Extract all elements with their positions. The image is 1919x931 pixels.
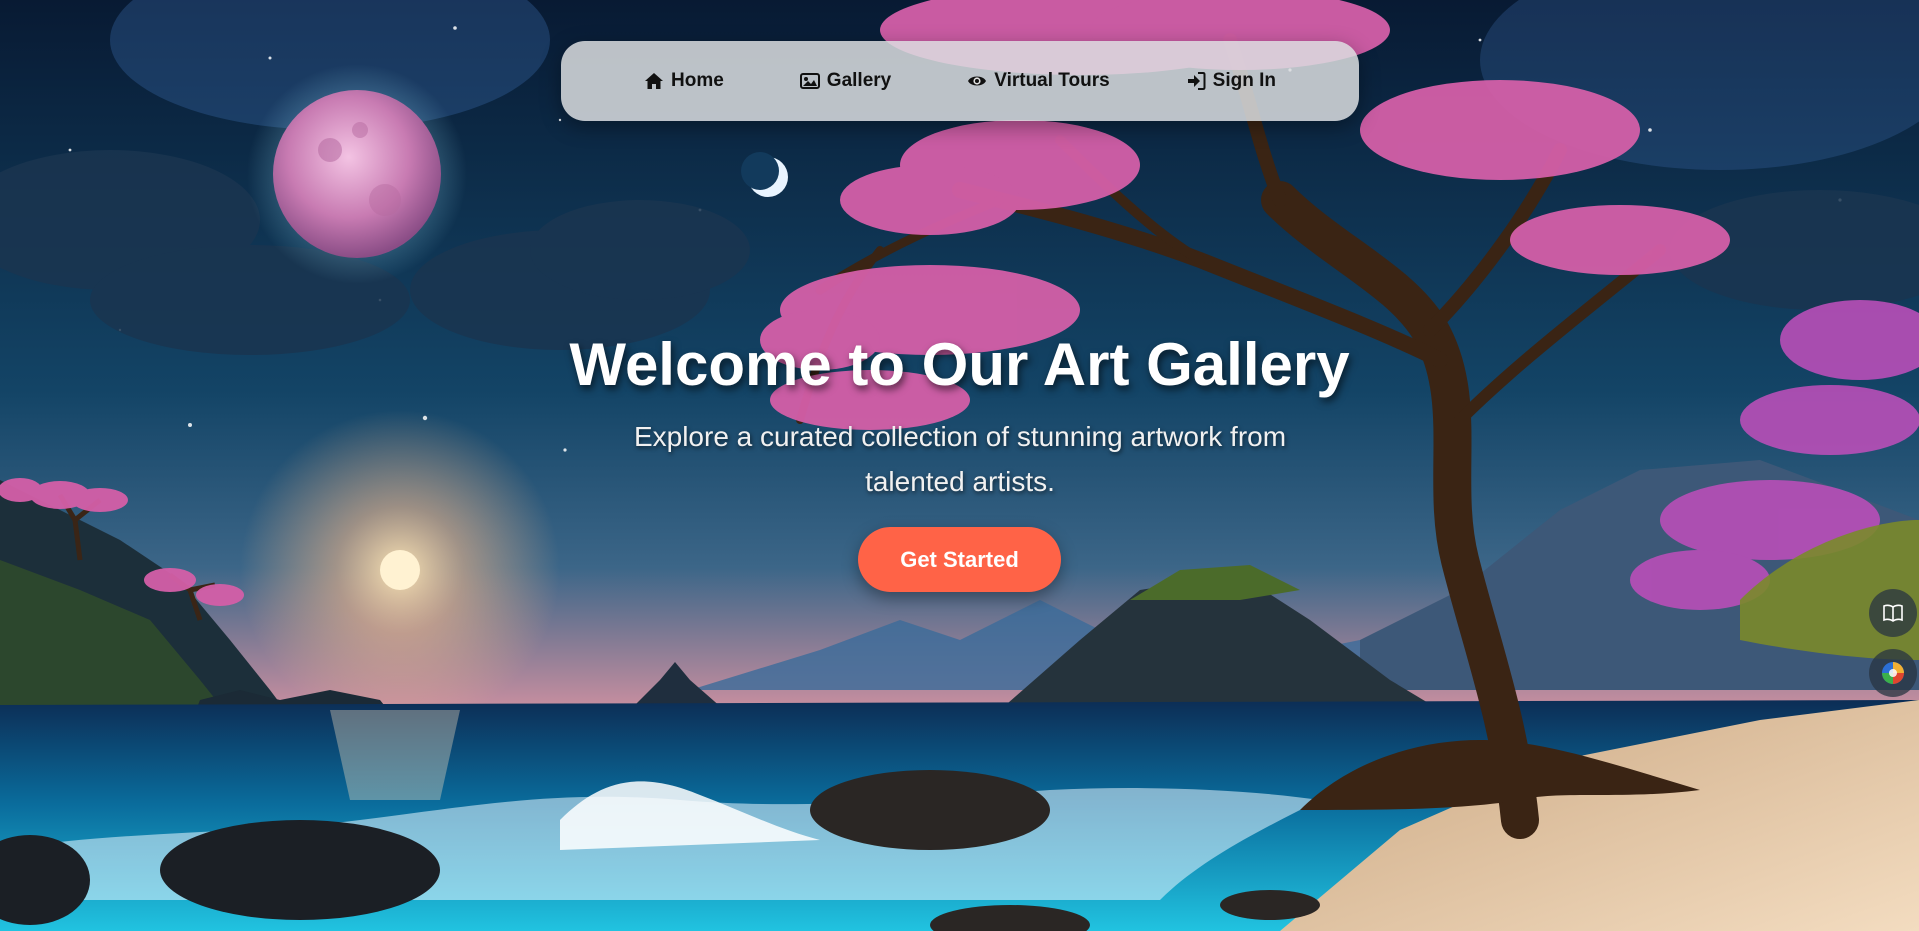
nav-sign-in-link[interactable]: Sign In — [1186, 70, 1276, 92]
eye-icon — [968, 76, 987, 86]
color-palette-icon — [1882, 662, 1904, 684]
hero-section: Home Gallery Virtual Tours Sign In Welco… — [0, 0, 1919, 931]
book-icon — [1883, 604, 1903, 622]
home-icon — [645, 73, 663, 89]
sign-in-icon — [1187, 72, 1206, 90]
nav-virtual-tours-label: Virtual Tours — [994, 70, 1110, 91]
nav-home-link[interactable]: Home — [644, 70, 724, 92]
nav-gallery-label: Gallery — [826, 70, 892, 91]
hero-subtitle: Explore a curated collection of stunning… — [633, 421, 1287, 497]
nav-gallery-link[interactable]: Gallery — [799, 70, 892, 92]
nav-home-label: Home — [671, 70, 724, 91]
nav-sign-in-label: Sign In — [1212, 70, 1276, 91]
main-navbar: Home Gallery Virtual Tours Sign In — [561, 41, 1359, 121]
theme-palette-button[interactable] — [1869, 649, 1917, 697]
image-icon — [799, 73, 820, 89]
hero-title: Welcome to Our Art Gallery — [569, 331, 1350, 398]
nav-virtual-tours-link[interactable]: Virtual Tours — [967, 70, 1110, 92]
get-started-button[interactable]: Get Started — [858, 527, 1061, 592]
reader-mode-button[interactable] — [1869, 589, 1917, 637]
